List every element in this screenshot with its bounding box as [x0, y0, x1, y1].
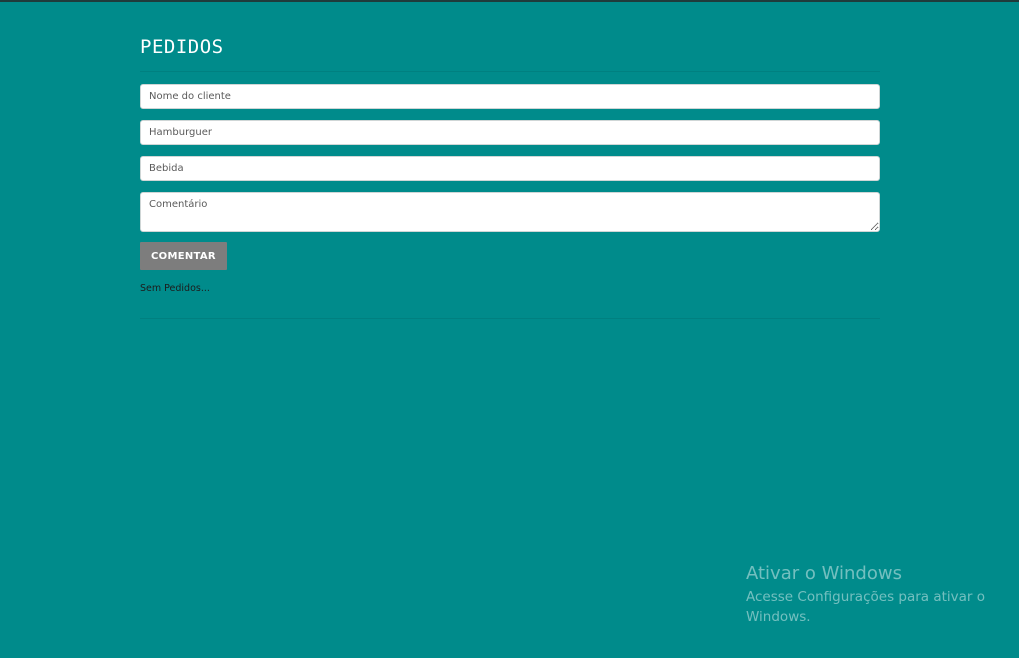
orders-divider [140, 318, 880, 319]
client-name-input[interactable] [140, 84, 880, 109]
comment-textarea[interactable] [140, 192, 880, 232]
watermark-subtitle: Acesse Configurações para ativar o Windo… [746, 589, 986, 625]
window-top-border [0, 0, 1019, 2]
empty-orders-text: Sem Pedidos... [140, 283, 210, 294]
hamburger-input[interactable] [140, 120, 880, 145]
comment-button[interactable]: COMENTAR [140, 242, 227, 270]
page-title: PEDIDOS [140, 36, 224, 58]
drink-input[interactable] [140, 156, 880, 181]
watermark-title: Ativar o Windows [746, 563, 902, 584]
windows-activation-watermark: Ativar o Windows Acesse Configurações pa… [746, 562, 996, 627]
title-divider [140, 71, 880, 72]
